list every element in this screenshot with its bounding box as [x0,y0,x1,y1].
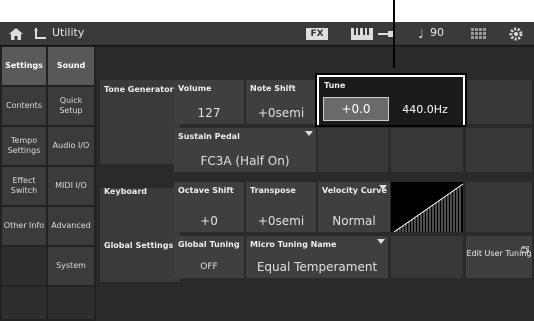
empty-slot-r2a [318,128,388,172]
dropdown-arrow-icon [379,185,387,190]
subnav-midi-io[interactable]: MIDI I/O [48,167,94,205]
subnav-empty [48,287,94,319]
micro-tuning-name-cell[interactable]: Micro Tuning Name Equal Temperament [246,236,388,278]
nav-tempo-settings[interactable]: Tempo Settings [2,127,46,165]
nav-contents[interactable]: Contents [2,87,46,125]
subnav-sound[interactable]: Sound [48,47,94,85]
volume-cell[interactable]: Volume 127 [174,80,244,124]
empty-slot-r3 [466,182,532,232]
note-shift-value: +0semi [257,106,305,120]
subnav-advanced[interactable]: Advanced [48,207,94,245]
nav-empty-1 [2,247,46,285]
keyboard-icon [350,25,374,43]
subnav-system[interactable]: System [48,247,94,285]
dropdown-arrow-icon [377,239,385,244]
fx-badge: FX [306,28,328,40]
page-title: Utility [52,26,85,39]
edit-user-tuning-label: Edit User Tuning [466,249,532,258]
top-bar: Utility FX ♩ 90 [0,22,534,46]
section-tone-generator: Tone Generator [100,80,180,170]
nav-effect-switch[interactable]: Effect Switch [2,167,46,205]
callout-line [393,0,395,68]
section-keyboard: Keyboard [100,182,180,242]
octave-shift-label: Octave Shift [178,186,234,195]
global-tuning-value: OFF [200,262,218,272]
empty-slot-r2c [466,128,532,172]
transpose-cell[interactable]: Transpose +0semi [246,182,316,232]
velocity-curve-value: Normal [332,214,376,228]
volume-label: Volume [178,84,212,93]
transpose-label: Transpose [250,186,296,195]
sustain-pedal-value: FC3A (Half On) [200,154,290,168]
back-icon[interactable] [33,25,47,43]
dropdown-arrow-icon [305,131,313,136]
velocity-curve-graph [391,182,464,233]
grid-icon[interactable] [470,25,488,43]
octave-shift-value: +0 [200,214,218,228]
subnav-quick-setup[interactable]: Quick Setup [48,87,94,125]
utility-screen: Utility FX ♩ 90 Settings Contents Tempo … [0,22,534,321]
sustain-pedal-label: Sustain Pedal [178,132,240,141]
velocity-curve-cell[interactable]: Velocity Curve Normal [318,182,390,232]
gear-icon[interactable] [508,25,524,43]
note-shift-label: Note Shift [250,84,296,93]
micro-tuning-name-value: Equal Temperament [256,260,378,274]
empty-slot-r4 [391,236,463,278]
section-spacer [100,164,180,188]
edit-user-tuning-button[interactable]: Edit User Tuning [466,236,532,278]
callout-box [315,73,467,127]
empty-slot-r2b [391,128,463,172]
bottom-empty-area [96,282,534,321]
global-tuning-cell[interactable]: Global Tuning OFF [174,236,244,278]
velocity-curve-label: Velocity Curve [322,186,387,195]
nav-other-info[interactable]: Other Info [2,207,46,245]
subnav-audio-io[interactable]: Audio I/O [48,127,94,165]
note-icon: ♩ [418,27,424,41]
velocity-curve-icon [393,183,464,233]
note-shift-cell[interactable]: Note Shift +0semi [246,80,316,124]
sustain-pedal-cell[interactable]: Sustain Pedal FC3A (Half On) [174,128,316,172]
tempo-value: 90 [430,26,444,39]
nav-settings[interactable]: Settings [2,47,46,85]
section-global-settings: Global Settings [100,236,180,288]
home-icon[interactable] [8,25,24,43]
micro-tuning-name-label: Micro Tuning Name [250,240,337,249]
global-tuning-label: Global Tuning [178,240,240,249]
empty-slot-r1 [466,80,532,124]
nav-empty-2 [2,287,46,319]
transpose-value: +0semi [257,214,305,228]
octave-shift-cell[interactable]: Octave Shift +0 [174,182,244,232]
volume-value: 127 [197,106,221,120]
